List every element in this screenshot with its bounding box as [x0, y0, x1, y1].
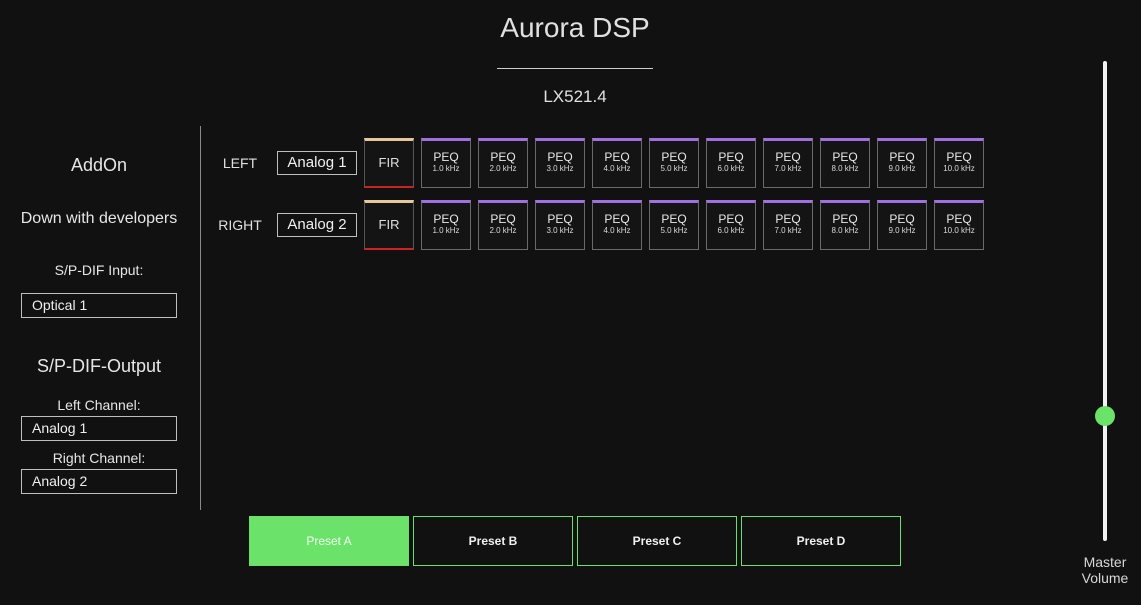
channel-label-left: LEFT [222, 155, 258, 171]
addon-heading: AddOn [70, 155, 128, 175]
addon-subtitle: Down with developers [20, 210, 178, 227]
master-volume-label-line1: Master [1083, 554, 1127, 570]
peq-label: PEQ [604, 212, 630, 226]
peq-button-right-1[interactable]: PEQ 1.0 kHz [421, 200, 471, 250]
peq-frequency: 3.0 kHz [546, 164, 574, 173]
peq-frequency: 10.0 kHz [943, 226, 975, 235]
channel-label-right: RIGHT [218, 217, 262, 233]
peq-frequency: 2.0 kHz [489, 164, 517, 173]
peq-label: PEQ [604, 150, 630, 164]
peq-label: PEQ [547, 150, 573, 164]
peq-frequency: 8.0 kHz [831, 226, 859, 235]
page-title: Aurora DSP [500, 12, 650, 43]
peq-label: PEQ [547, 212, 573, 226]
peq-button-right-3[interactable]: PEQ 3.0 kHz [535, 200, 585, 250]
peq-frequency: 1.0 kHz [432, 164, 460, 173]
master-volume-thumb[interactable] [1095, 406, 1115, 426]
peq-button-left-5[interactable]: PEQ 5.0 kHz [649, 138, 699, 188]
peq-button-left-9[interactable]: PEQ 9.0 kHz [877, 138, 927, 188]
peq-label: PEQ [718, 150, 744, 164]
master-volume-track[interactable] [1103, 61, 1107, 541]
device-name: LX521.4 [543, 87, 607, 106]
peq-label: PEQ [775, 212, 801, 226]
peq-label: PEQ [661, 212, 687, 226]
peq-button-right-10[interactable]: PEQ 10.0 kHz [934, 200, 984, 250]
right-channel-label: Right Channel: [52, 450, 146, 466]
peq-button-left-2[interactable]: PEQ 2.0 kHz [478, 138, 528, 188]
peq-label: PEQ [661, 150, 687, 164]
peq-button-right-7[interactable]: PEQ 7.0 kHz [763, 200, 813, 250]
sidebar-divider [200, 126, 201, 510]
peq-frequency: 3.0 kHz [546, 226, 574, 235]
master-volume-label-line2: Volume [1081, 570, 1129, 586]
peq-label: PEQ [889, 212, 915, 226]
peq-frequency: 8.0 kHz [831, 164, 859, 173]
peq-button-right-5[interactable]: PEQ 5.0 kHz [649, 200, 699, 250]
peq-button-left-3[interactable]: PEQ 3.0 kHz [535, 138, 585, 188]
peq-label: PEQ [433, 150, 459, 164]
peq-label: PEQ [490, 212, 516, 226]
preset-button-a[interactable]: Preset A [249, 516, 409, 566]
peq-frequency: 6.0 kHz [717, 226, 745, 235]
title-divider [497, 68, 653, 69]
peq-label: PEQ [775, 150, 801, 164]
peq-label: PEQ [832, 150, 858, 164]
peq-button-left-1[interactable]: PEQ 1.0 kHz [421, 138, 471, 188]
peq-frequency: 9.0 kHz [888, 164, 916, 173]
peq-button-left-8[interactable]: PEQ 8.0 kHz [820, 138, 870, 188]
peq-button-left-10[interactable]: PEQ 10.0 kHz [934, 138, 984, 188]
spdif-input-select[interactable]: Optical 1 [21, 293, 177, 318]
peq-button-left-7[interactable]: PEQ 7.0 kHz [763, 138, 813, 188]
peq-frequency: 7.0 kHz [774, 164, 802, 173]
peq-button-left-4[interactable]: PEQ 4.0 kHz [592, 138, 642, 188]
spdif-input-label: S/P-DIF Input: [54, 262, 144, 278]
peq-frequency: 7.0 kHz [774, 226, 802, 235]
spdif-output-heading: S/P-DIF-Output [36, 356, 162, 376]
left-channel-label: Left Channel: [57, 397, 141, 413]
fir-button-right[interactable]: FIR [364, 200, 414, 250]
peq-label: PEQ [718, 212, 744, 226]
peq-label: PEQ [889, 150, 915, 164]
peq-frequency: 1.0 kHz [432, 226, 460, 235]
preset-button-d[interactable]: Preset D [741, 516, 901, 566]
preset-button-c[interactable]: Preset C [577, 516, 737, 566]
master-volume-label: Master Volume [1075, 554, 1135, 586]
peq-label: PEQ [946, 150, 972, 164]
peq-label: PEQ [490, 150, 516, 164]
peq-button-left-6[interactable]: PEQ 6.0 kHz [706, 138, 756, 188]
peq-frequency: 2.0 kHz [489, 226, 517, 235]
peq-frequency: 5.0 kHz [660, 164, 688, 173]
peq-frequency: 10.0 kHz [943, 164, 975, 173]
peq-frequency: 9.0 kHz [888, 226, 916, 235]
peq-frequency: 4.0 kHz [603, 226, 631, 235]
peq-frequency: 5.0 kHz [660, 226, 688, 235]
peq-label: PEQ [832, 212, 858, 226]
preset-button-b[interactable]: Preset B [413, 516, 573, 566]
peq-button-right-4[interactable]: PEQ 4.0 kHz [592, 200, 642, 250]
peq-label: PEQ [433, 212, 459, 226]
peq-label: PEQ [946, 212, 972, 226]
peq-frequency: 4.0 kHz [603, 164, 631, 173]
peq-frequency: 6.0 kHz [717, 164, 745, 173]
right-channel-select[interactable]: Analog 2 [21, 469, 177, 494]
peq-button-right-6[interactable]: PEQ 6.0 kHz [706, 200, 756, 250]
left-channel-select[interactable]: Analog 1 [21, 416, 177, 441]
channel-source-right[interactable]: Analog 2 [277, 213, 357, 237]
fir-button-left[interactable]: FIR [364, 138, 414, 188]
peq-button-right-9[interactable]: PEQ 9.0 kHz [877, 200, 927, 250]
channel-source-left[interactable]: Analog 1 [277, 151, 357, 175]
peq-button-right-8[interactable]: PEQ 8.0 kHz [820, 200, 870, 250]
peq-button-right-2[interactable]: PEQ 2.0 kHz [478, 200, 528, 250]
